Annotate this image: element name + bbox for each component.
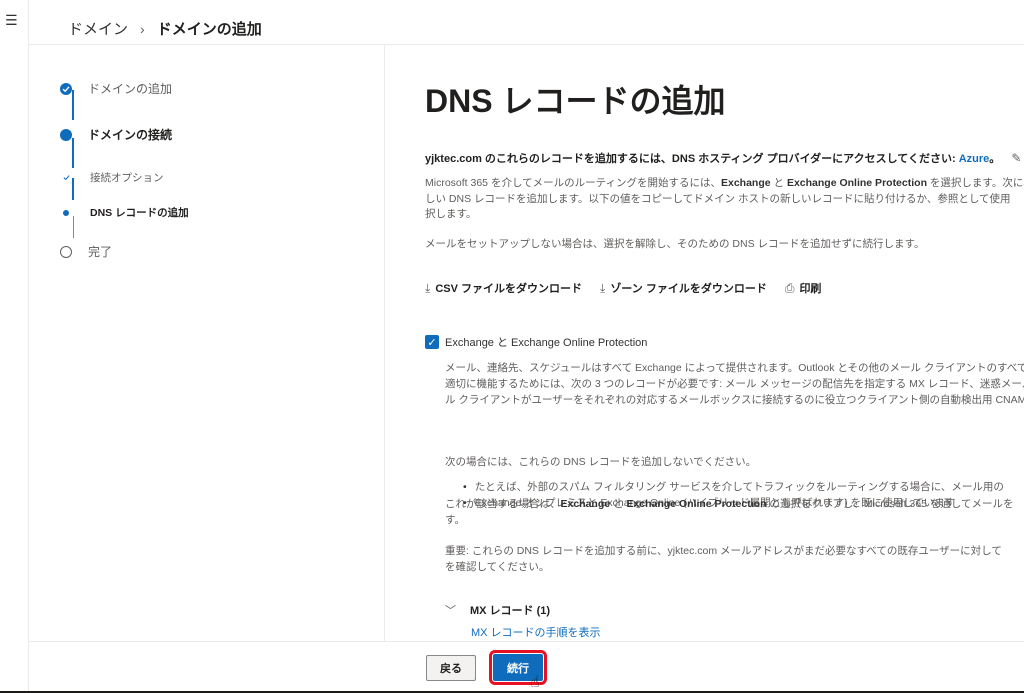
action-label: ゾーン ファイルをダウンロード [610, 283, 767, 295]
intro-text: yjktec.com のこれらのレコードを追加するには、DNS ホスティング プ… [425, 150, 1021, 166]
step-current-indicator [63, 209, 69, 216]
download-csv-button[interactable]: ⤓ CSV ファイルをダウンロード [425, 280, 582, 296]
text: Microsoft 365 を介してメールのルーティングを開始するには、 [425, 177, 721, 189]
left-rail: ☰ [0, 0, 29, 693]
action-label: CSV ファイルをダウンロード [435, 283, 582, 295]
important-note: 重要: これらの DNS レコードを追加する前に、yjktec.com メールア… [445, 543, 1002, 575]
download-actions: ⤓ CSV ファイルをダウンロード ⤓ ゾーン ファイルをダウンロード ⎙ 印刷 [425, 280, 839, 296]
step-current-indicator [60, 128, 72, 141]
step-add-domain: ドメインの追加 [60, 80, 172, 97]
step-label: ドメインの接続 [88, 128, 173, 142]
main-content: DNS レコードの追加 yjktec.com のこれらのレコードを追加するには、… [425, 70, 1024, 640]
page-title: DNS レコードの追加 [425, 83, 726, 119]
chevron-right-icon: › [140, 20, 145, 37]
exchange-option: ✓ Exchange と Exchange Online Protection [425, 334, 647, 350]
breadcrumb-domains-link[interactable]: ドメイン [68, 18, 128, 39]
checkmark-icon [60, 174, 72, 181]
action-label: 印刷 [799, 283, 822, 295]
exchange-checkbox-label: Exchange と Exchange Online Protection [445, 337, 648, 349]
hand-cursor-icon: ☝ [530, 674, 540, 691]
mx-records-section[interactable]: ﹀ MX レコード (1) [445, 602, 550, 618]
text: 択します。 [425, 208, 477, 220]
intro-sentence: のこれらのレコードを追加するには、DNS ホスティング プロバイダーにアクセスし… [481, 153, 959, 165]
breadcrumb-current: ドメインの追加 [156, 21, 262, 38]
text: の選択をクリアし、Microsoft 365 を通してメールを [766, 498, 1014, 510]
text: ル クライアントがユーザーをそれぞれの対応するメールボックスに接続するのに役立つ… [445, 394, 1024, 406]
step-connect-domain: ドメインの接続 [60, 126, 172, 143]
text: しい DNS レコードを追加します。以下の値をコピーしてドメイン ホストの新しい… [425, 192, 1011, 205]
text: 適切に機能するためには、次の 3 つのレコードが必要です: メール メッセージの… [445, 378, 1024, 390]
text: と [770, 177, 787, 189]
text: と [610, 498, 627, 510]
footer-divider [28, 641, 1024, 642]
download-zone-file-button[interactable]: ⤓ ゾーン ファイルをダウンロード [600, 280, 767, 296]
step-label: ドメインの追加 [88, 82, 173, 96]
chevron-down-icon[interactable]: ﹀ [445, 602, 456, 618]
step-pending-indicator [60, 245, 72, 258]
text: を選択します。次に、新 [929, 177, 1024, 189]
print-button[interactable]: ⎙ 印刷 [785, 280, 822, 296]
download-icon: ⤓ [600, 280, 606, 295]
header-divider [28, 44, 1024, 45]
skip-email-info: メールをセットアップしない場合は、選択を解除し、そのための DNS レコードを追… [425, 238, 925, 250]
text: を確認してください。 [445, 561, 550, 573]
step-label: 接続オプション [90, 172, 164, 184]
text: Exchange Online Protection [626, 498, 767, 510]
text: Exchange [560, 498, 611, 510]
text: す。 [445, 514, 465, 526]
dns-provider-link[interactable]: Azure [959, 153, 990, 165]
exchange-checkbox[interactable]: ✓ [425, 335, 439, 349]
panel-divider [384, 45, 385, 641]
email-routing-info: Microsoft 365 を介してメールのルーティングを開始するには、Exch… [425, 176, 1024, 223]
mx-records-title: MX レコード (1) [470, 605, 551, 617]
printer-icon: ⎙ [784, 280, 795, 295]
list-item: たとえば、外部のスパム フィルタリング サービスを介してトラフィックをルーティン… [463, 480, 1004, 496]
step-label: 完了 [88, 245, 113, 259]
exchange-description: メール、連絡先、スケジュールはすべて Exchange によって提供されます。O… [445, 360, 1024, 408]
checkmark-icon [60, 82, 72, 95]
text: Exchange Online Protection [786, 177, 927, 189]
mx-instructions-link[interactable]: MX レコードの手順を表示 [471, 624, 601, 640]
step-add-dns-records: DNS レコードの追加 [60, 205, 189, 220]
edit-pencil-icon[interactable]: ✎ [1011, 151, 1021, 165]
do-not-add-info: 次の場合には、これらの DNS レコードを追加しないでください。 [445, 456, 757, 468]
breadcrumb: ドメイン › ドメインの追加 [68, 18, 262, 39]
download-icon: ⤓ [425, 280, 431, 295]
text: 重要: これらの DNS レコードを追加する前に、yjktec.com メールア… [445, 545, 1002, 557]
text: Exchange [721, 177, 771, 189]
step-label: DNS レコードの追加 [90, 207, 189, 219]
clear-selection-info: これが該当する場合は、Exchange と Exchange Online Pr… [445, 496, 1014, 528]
domain-name: yjktec.com [425, 153, 482, 165]
back-button[interactable]: 戻る [426, 655, 476, 681]
step-finish: 完了 [60, 243, 112, 260]
text: メール、連絡先、スケジュールはすべて Exchange によって提供されます。O… [445, 362, 1024, 374]
hamburger-icon[interactable]: ☰ [5, 12, 18, 29]
step-connect-options: 接続オプション [60, 170, 164, 185]
intro-end: 。 [989, 153, 1001, 165]
text: これが該当する場合は、 [445, 498, 561, 510]
